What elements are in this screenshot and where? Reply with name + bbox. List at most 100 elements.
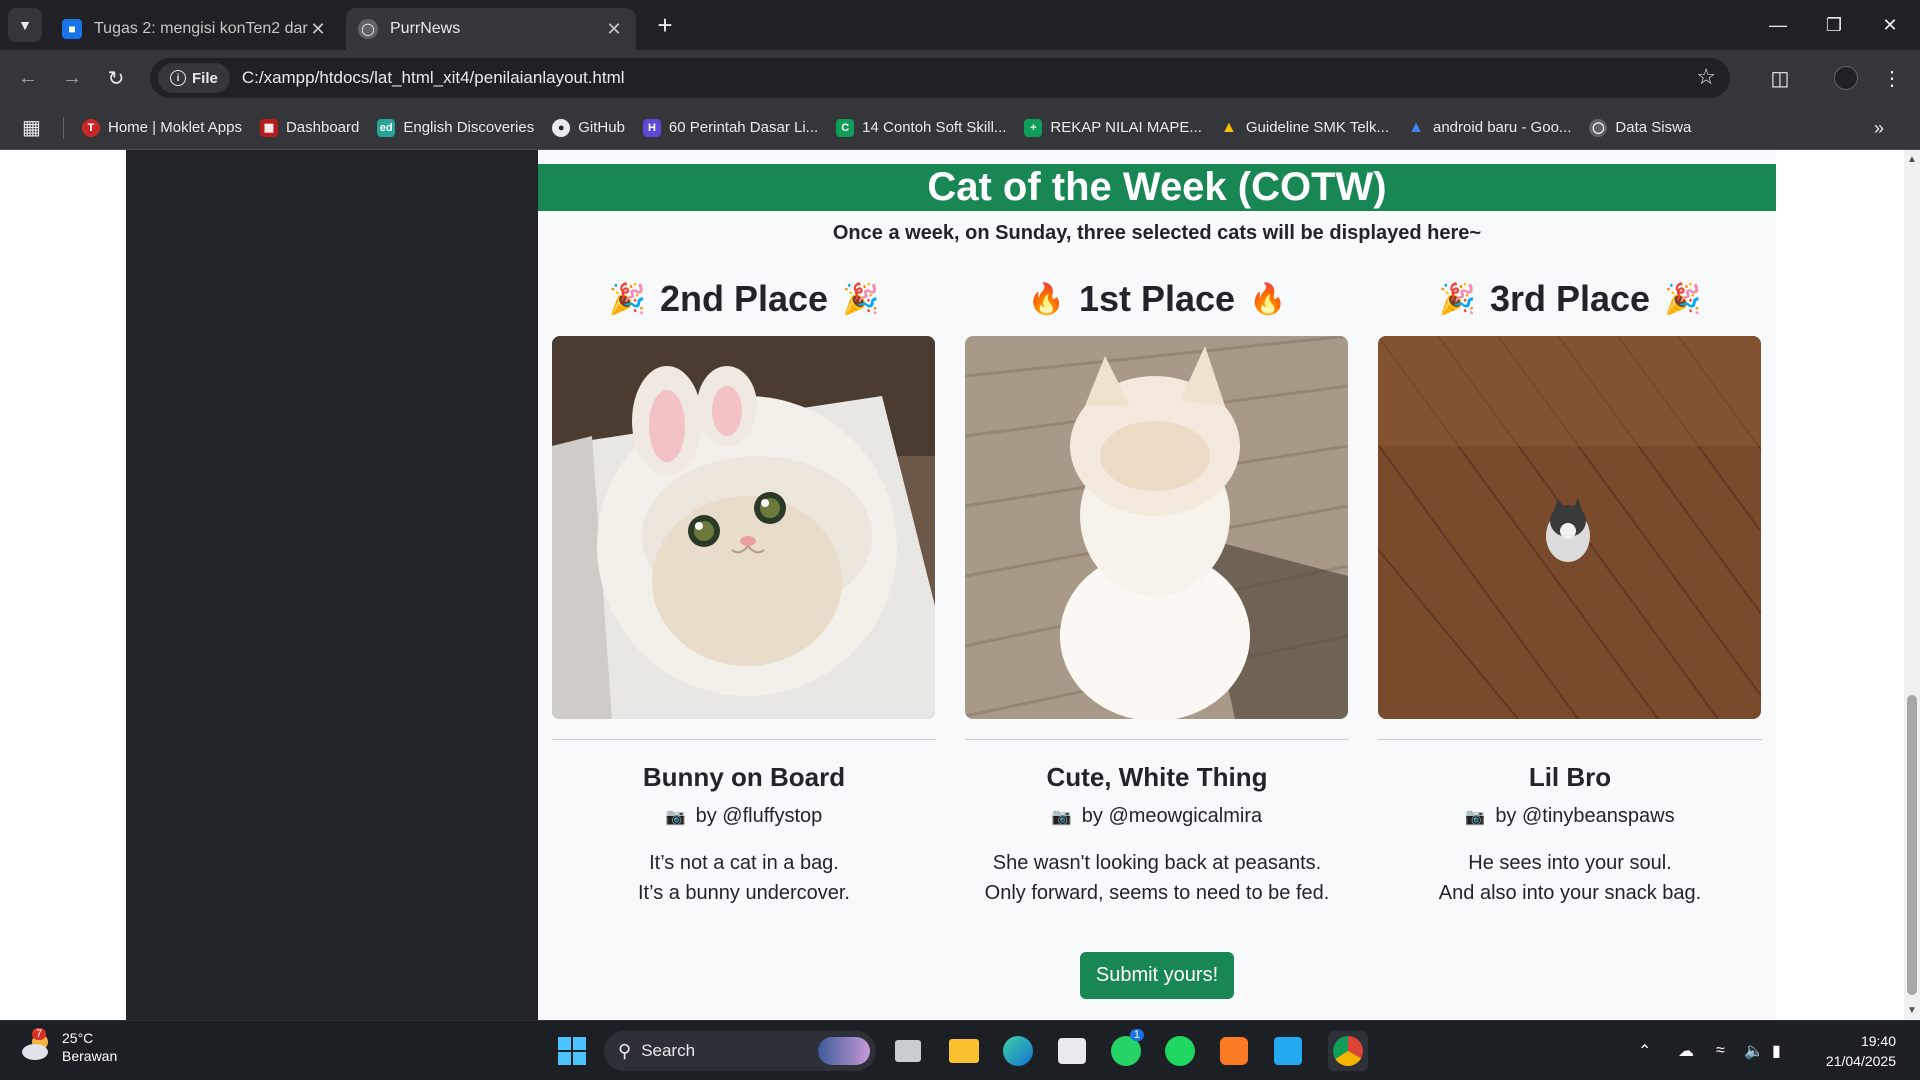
cotw-section: Cat of the Week (COTW) Once a week, on S… [538,150,1776,1020]
cat-name: Bunny on Board [642,762,846,792]
file-explorer-button[interactable] [944,1031,984,1071]
bookmark-label: REKAP NILAI MAPE... [1050,119,1202,136]
menu-button[interactable]: ⋮ [1876,62,1908,94]
page-viewport: Cat of the Week (COTW) Once a week, on S… [0,150,1904,1020]
restore-button[interactable]: ❐ [1806,0,1862,50]
browser-toolbar: ← → ↻ i File C:/xampp/htdocs/lat_html_xi… [0,50,1920,106]
chrome-button[interactable] [1328,1031,1368,1071]
reload-button[interactable]: ↻ [100,62,132,94]
doc-icon: H [642,118,661,137]
edge-button[interactable] [998,1031,1038,1071]
bookmarks-bar: ▦ T Home | Moklet Apps ▦ Dashboard ed Engli… [0,106,1920,150]
chevron-down-icon: ▼ [18,17,32,33]
whatsapp-button[interactable]: 1 [1106,1029,1146,1071]
bookmark-item[interactable]: ▦ Dashboard [259,118,360,137]
description-line: She wasn't looking back at peasants. [992,852,1322,874]
bookmark-item[interactable]: + REKAP NILAI MAPE... [1024,118,1202,137]
place-label: 3rd Place [1489,278,1651,319]
ed-icon: ed [377,118,396,137]
store-button[interactable] [1052,1031,1092,1071]
bookmark-label: Data Siswa [1615,119,1692,136]
bookmark-label: 60 Perintah Dasar Li... [668,119,819,136]
tab-strip: ▼ ■ Tugas 2: mengisi konTen2 dari l ✕ ◯ … [0,0,1920,50]
bookmark-item[interactable]: ● GitHub [552,118,625,137]
scroll-up-icon[interactable]: ▲ [1904,154,1920,165]
vscode-button[interactable] [1268,1031,1308,1071]
cat-card-2nd: 🎉 2nd Place 🎉 Bunny on Board 📷 by @fluff… [552,275,936,908]
tab-tugas[interactable]: ■ Tugas 2: mengisi konTen2 dari l ✕ [50,8,340,50]
clock-date: 21/04/2025 [1825,1053,1896,1069]
extensions-button[interactable]: ◫ [1764,62,1796,94]
cat-photo-bunny [552,336,935,719]
chrome-icon [1333,1036,1363,1066]
search-label: Search [641,1041,696,1060]
xampp-button[interactable] [1214,1031,1254,1071]
site-info-chip[interactable]: i File [158,63,230,93]
bookmark-item[interactable]: C 14 Contoh Soft Skill... [836,118,1006,137]
bookmark-item[interactable]: ◯ Data Siswa [1589,118,1692,137]
page-scrollbar[interactable]: ▲ ▼ [1904,150,1920,1020]
start-button[interactable] [552,1031,592,1071]
more-bookmarks-icon[interactable]: » [1874,118,1884,139]
scroll-down-icon[interactable]: ▼ [1904,1005,1920,1016]
classroom-icon: ■ [62,19,82,39]
place-heading: 🔥 1st Place 🔥 [965,275,1349,323]
scroll-thumb[interactable] [1907,695,1917,995]
apps-grid-icon: ▦ [22,117,41,139]
onedrive-icon[interactable]: ☁ [1678,1021,1694,1080]
search-icon: ⚲ [618,1040,632,1061]
description-line: He sees into your soul. [1468,852,1672,874]
weather-condition: Berawan [62,1048,118,1064]
tab-title: PurrNews [390,20,461,37]
camera-icon: 📷 [1465,808,1486,826]
tab-purrnews[interactable]: ◯ PurrNews ✕ [346,8,636,50]
edge-icon [1003,1036,1033,1066]
wifi-icon[interactable]: ≈ [1716,1021,1725,1080]
volume-icon[interactable]: 🔈 [1744,1021,1764,1080]
github-icon: ● [552,118,571,137]
bookmark-item[interactable]: H 60 Perintah Dasar Li... [642,118,819,137]
cat-name: Cute, White Thing [1046,762,1268,792]
party-popper-icon: 🎉 [842,282,880,316]
cat-author: 📷 by @meowgicalmira [965,805,1349,828]
card-divider [965,739,1349,740]
system-clock[interactable]: 19:40 21/04/2025 [1826,1031,1896,1071]
bookmark-item[interactable]: T Home | Moklet Apps [82,118,242,137]
sheets-icon: + [1024,118,1043,137]
bookmark-item[interactable]: ▲ android baru - Goo... [1407,119,1571,137]
show-hidden-icons[interactable]: ⌃ [1638,1021,1651,1080]
forward-button[interactable]: → [56,62,88,94]
clock-time: 19:40 [1860,1033,1896,1049]
bookmark-label: Dashboard [285,119,360,136]
profile-button[interactable] [1830,62,1862,94]
page-title: Cat of the Week (COTW) [538,164,1776,211]
close-icon[interactable]: ✕ [308,19,328,40]
weather-badge: 7 [32,1028,47,1040]
party-popper-icon: 🎉 [608,282,646,316]
bookmark-item[interactable]: ▲ Guideline SMK Telk... [1220,119,1389,137]
bookmark-item[interactable]: ed English Discoveries [377,118,534,137]
taskbar-search[interactable]: ⚲ Search [604,1031,876,1071]
task-view-button[interactable] [888,1031,928,1071]
bookmark-star-icon[interactable]: ☆ [1696,64,1716,90]
author-handle: by @meowgicalmira [1081,805,1263,827]
description-line: Only forward, seems to need to be fed. [984,882,1330,904]
apps-button[interactable]: ▦ [0,116,64,139]
close-icon[interactable]: ✕ [604,19,624,40]
new-tab-button[interactable]: + [650,10,680,40]
submit-yours-button[interactable]: Submit yours! [1080,952,1234,999]
weather-temp: 25°C [62,1030,94,1046]
minimize-icon: — [1769,14,1787,35]
bookmark-label: GitHub [578,119,625,136]
close-window-button[interactable]: ✕ [1862,0,1918,50]
back-button[interactable]: ← [12,62,44,94]
fire-icon: 🔥 [1027,282,1065,316]
weather-widget[interactable]: 7 25°C Berawan [20,1028,118,1065]
spotify-button[interactable] [1160,1031,1200,1071]
url-text[interactable]: C:/xampp/htdocs/lat_html_xit4/penilaianl… [242,68,625,88]
tab-search-button[interactable]: ▼ [8,8,42,42]
battery-icon[interactable]: ▮ [1772,1021,1781,1080]
camera-icon: 📷 [1051,808,1072,826]
minimize-button[interactable]: — [1750,0,1806,50]
address-bar[interactable]: i File C:/xampp/htdocs/lat_html_xit4/pen… [150,58,1730,98]
